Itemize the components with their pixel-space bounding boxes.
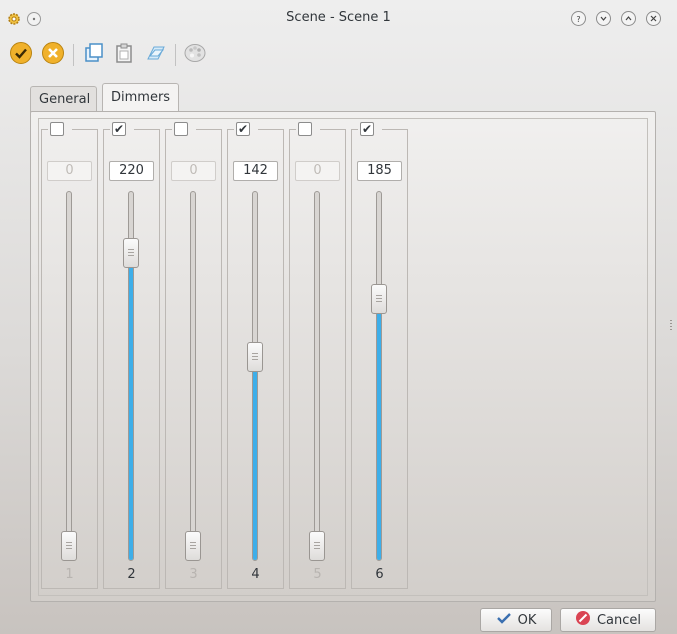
dimmer-slider-track[interactable]	[314, 191, 320, 561]
channel-value-spinbox[interactable]: 0	[47, 161, 92, 181]
channel-frame-edge	[196, 129, 222, 130]
channel-enable-checkbox[interactable]	[174, 122, 188, 136]
channel-enable-checkbox[interactable]: ✔	[360, 122, 374, 136]
dimmer-channel: 03	[165, 122, 222, 589]
dimmer-slider-handle[interactable]	[123, 238, 139, 268]
toolbar-separator	[73, 44, 74, 66]
paste-icon[interactable]	[111, 40, 137, 66]
ok-label: OK	[517, 612, 537, 628]
dimmer-slider-track[interactable]	[376, 191, 382, 561]
channel-value-spinbox[interactable]: 0	[295, 161, 340, 181]
channel-enable-checkbox[interactable]	[50, 122, 64, 136]
dimmer-channel: ✔ 220 2	[103, 122, 160, 589]
resize-grip-icon[interactable]	[670, 320, 672, 332]
help-icon[interactable]: ?	[571, 11, 586, 26]
channel-value-spinbox[interactable]: 0	[171, 161, 216, 181]
dimmer-slider-fill	[253, 354, 257, 560]
channel-enable-checkbox[interactable]: ✔	[236, 122, 250, 136]
channel-frame-edge	[134, 129, 160, 130]
channel-enable-checkbox[interactable]: ✔	[112, 122, 126, 136]
channel-frame-edge	[382, 129, 408, 130]
dimmer-slider-track[interactable]	[66, 191, 72, 561]
cancel-button[interactable]: Cancel	[560, 608, 656, 632]
channel-number-label: 5	[313, 567, 322, 582]
dimmer-channel: 01	[41, 122, 98, 589]
enable-all-icon[interactable]	[8, 40, 34, 66]
dimmer-slider-fill	[129, 241, 133, 560]
tab-dimmers[interactable]: Dimmers	[102, 83, 179, 112]
channel-frame-edge	[72, 129, 98, 130]
ok-button[interactable]: OK	[480, 608, 552, 632]
dimmer-slider-handle[interactable]	[61, 531, 77, 561]
maximize-icon[interactable]	[621, 11, 636, 26]
close-icon[interactable]	[646, 11, 661, 26]
copy-to-all-icon[interactable]	[143, 40, 169, 66]
channel-value-spinbox[interactable]: 185	[357, 161, 402, 181]
channel-number-label: 3	[189, 567, 198, 582]
channel-number-label: 2	[127, 567, 136, 582]
channel-frame-edge	[41, 129, 48, 130]
channel-frame-edge	[227, 129, 234, 130]
cancel-icon	[575, 610, 591, 630]
channel-enable-checkbox[interactable]	[298, 122, 312, 136]
channel-number-label: 1	[65, 567, 74, 582]
tab-general[interactable]: General	[30, 86, 97, 112]
channel-frame-edge	[289, 129, 296, 130]
svg-text:?: ?	[576, 15, 580, 23]
checkmark-icon	[496, 611, 512, 629]
channel-frame-edge	[320, 129, 346, 130]
channel-value-spinbox[interactable]: 142	[233, 161, 278, 181]
dimmer-channel: ✔ 142 4	[227, 122, 284, 589]
dimmer-channel: 05	[289, 122, 346, 589]
toolbar	[0, 36, 677, 72]
dimmer-slider-handle[interactable]	[247, 342, 263, 372]
copy-icon[interactable]	[81, 40, 107, 66]
toolbar-separator	[175, 44, 176, 66]
color-tool-icon[interactable]	[182, 40, 208, 66]
channel-frame-edge	[103, 129, 110, 130]
dimmer-channel: ✔ 185 6	[351, 122, 408, 589]
cancel-label: Cancel	[596, 612, 642, 628]
channel-frame-edge	[165, 129, 172, 130]
title-bar: Scene - Scene 1 ?	[0, 0, 677, 36]
dimmer-slider-handle[interactable]	[185, 531, 201, 561]
disable-all-icon[interactable]	[40, 40, 66, 66]
dimmer-slider-track[interactable]	[252, 191, 258, 561]
minimize-icon[interactable]	[596, 11, 611, 26]
channel-value-spinbox[interactable]: 220	[109, 161, 154, 181]
dimmer-slider-track[interactable]	[190, 191, 196, 561]
channel-frame-edge	[351, 129, 358, 130]
dimmer-slider-fill	[377, 292, 381, 560]
dimmer-slider-handle[interactable]	[371, 284, 387, 314]
dimmer-slider-handle[interactable]	[309, 531, 325, 561]
channel-number-label: 4	[251, 567, 260, 582]
channel-number-label: 6	[375, 567, 384, 582]
channel-frame-edge	[258, 129, 284, 130]
